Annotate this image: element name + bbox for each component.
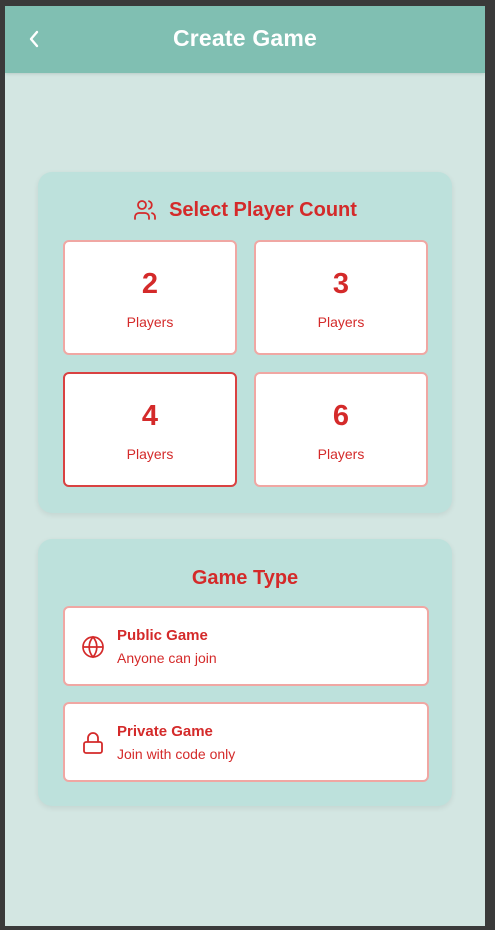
player-count-option-2[interactable]: 2 Players (63, 240, 237, 355)
private-game-description: Join with code only (117, 746, 236, 762)
player-count-option-4[interactable]: 4 Players (63, 372, 237, 487)
player-count-title: Select Player Count (169, 198, 357, 221)
private-game-option[interactable]: Private Game Join with code only (63, 702, 429, 782)
player-count-grid: 2 Players 3 Players 4 Players 6 Players (63, 240, 429, 487)
player-count-number: 3 (332, 268, 350, 300)
player-count-label: Players (126, 446, 174, 462)
player-count-label: Players (317, 314, 365, 330)
app-header: Create Game (5, 6, 485, 73)
globe-icon (80, 634, 106, 660)
player-count-card: Select Player Count 2 Players 3 Players … (38, 172, 452, 513)
player-count-label: Players (126, 314, 174, 330)
game-type-title: Game Type (191, 567, 299, 589)
lock-icon (80, 730, 106, 756)
users-icon (134, 200, 156, 220)
app-screen: Create Game Select Player Count 2 Player… (5, 6, 485, 926)
private-game-title: Private Game (117, 723, 213, 740)
public-game-option[interactable]: Public Game Anyone can join (63, 606, 429, 686)
player-count-number: 6 (332, 400, 350, 432)
game-type-heading: Game Type (38, 567, 452, 590)
public-game-title: Public Game (117, 627, 208, 644)
player-count-heading: Select Player Count (38, 198, 452, 222)
public-game-description: Anyone can join (117, 650, 217, 666)
game-type-card: Game Type Public Game Anyone can join Pr… (38, 539, 452, 806)
player-count-label: Players (317, 446, 365, 462)
page-title: Create Game (172, 25, 318, 51)
player-count-option-3[interactable]: 3 Players (254, 240, 428, 355)
player-count-option-6[interactable]: 6 Players (254, 372, 428, 487)
player-count-number: 4 (141, 400, 159, 432)
player-count-number: 2 (141, 268, 159, 300)
